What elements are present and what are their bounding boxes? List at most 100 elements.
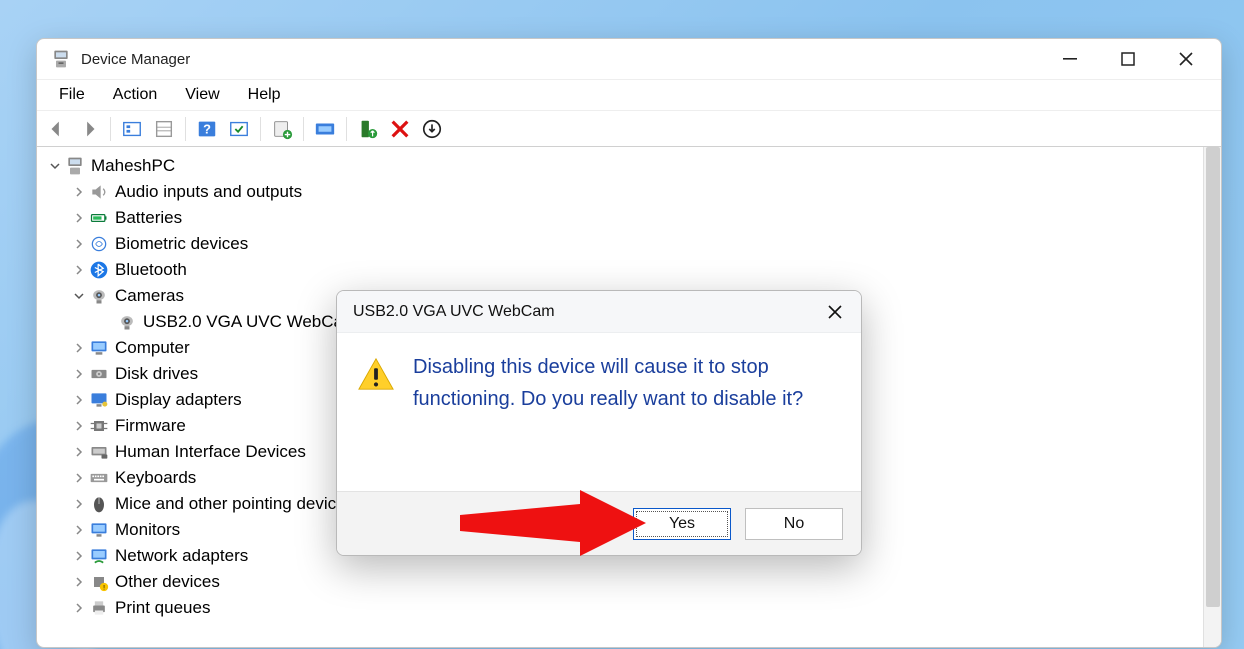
menu-view[interactable]: View [171,82,233,108]
window-title: Device Manager [81,51,1041,68]
properties-pane-button[interactable] [150,115,178,143]
chevron-right-icon[interactable] [71,366,87,382]
tree-node-label: Network adapters [115,546,248,566]
tree-node[interactable]: ! Other devices [37,569,1203,595]
printer-icon [89,598,109,618]
window-titlebar: Device Manager [37,39,1221,79]
chevron-right-icon[interactable] [71,340,87,356]
bluetooth-icon [89,260,109,280]
mouse-icon [89,494,109,514]
tree-node-label: Firmware [115,416,186,436]
chevron-right-icon[interactable] [71,444,87,460]
scan-hardware-button[interactable] [311,115,339,143]
update-driver-button[interactable] [268,115,296,143]
tree-node-label: Human Interface Devices [115,442,306,462]
camera-icon [89,286,109,306]
chevron-right-icon[interactable] [71,548,87,564]
dialog-message: Disabling this device will cause it to s… [413,351,837,483]
menu-file[interactable]: File [45,82,99,108]
monitor-icon [89,520,109,540]
tree-node[interactable]: Batteries [37,205,1203,231]
expander-placeholder [99,314,115,330]
action-center-button[interactable] [225,115,253,143]
tree-node[interactable]: Audio inputs and outputs [37,179,1203,205]
display-icon [89,390,109,410]
chevron-right-icon[interactable] [71,470,87,486]
tree-node-label: Computer [115,338,190,358]
chevron-down-icon[interactable] [71,288,87,304]
tree-node-label: Keyboards [115,468,196,488]
dialog-body: Disabling this device will cause it to s… [337,333,861,491]
computer-icon [65,156,85,176]
tree-leaf-label: USB2.0 VGA UVC WebCam [143,312,357,332]
toolbar-separator [303,117,304,141]
tree-node-label: Disk drives [115,364,198,384]
hid-icon [89,442,109,462]
tree-root-label: MaheshPC [91,156,175,176]
dialog-footer: Yes No [337,491,861,555]
back-button[interactable] [43,115,71,143]
chip-icon [89,416,109,436]
enable-device-button[interactable] [354,115,382,143]
chevron-right-icon[interactable] [71,522,87,538]
chevron-right-icon[interactable] [71,496,87,512]
dialog-close-button[interactable] [819,296,851,328]
toolbar-separator [185,117,186,141]
chevron-right-icon[interactable] [71,210,87,226]
camera-icon [117,312,137,332]
chevron-right-icon[interactable] [71,600,87,616]
tree-node-label: Print queues [115,598,210,618]
menu-help[interactable]: Help [234,82,295,108]
tree-node-label: Batteries [115,208,182,228]
keyboard-icon [89,468,109,488]
tree-root[interactable]: MaheshPC [37,153,1203,179]
scrollbar-thumb[interactable] [1206,147,1220,607]
no-button-label: No [784,515,804,533]
uninstall-device-button[interactable] [386,115,414,143]
toolbar-separator [260,117,261,141]
tree-node-label: Other devices [115,572,220,592]
computer-icon [89,338,109,358]
chevron-right-icon[interactable] [71,574,87,590]
disable-device-button[interactable] [418,115,446,143]
tree-node-label: Cameras [115,286,184,306]
chevron-right-icon[interactable] [71,236,87,252]
dialog-title: USB2.0 VGA UVC WebCam [353,303,819,321]
show-hidden-button[interactable] [118,115,146,143]
chevron-right-icon[interactable] [71,418,87,434]
warning-icon [357,355,395,393]
minimize-button[interactable] [1041,39,1099,79]
disable-device-dialog: USB2.0 VGA UVC WebCam Disabling this dev… [336,290,862,556]
close-button[interactable] [1157,39,1215,79]
audio-icon [89,182,109,202]
tree-node-label: Audio inputs and outputs [115,182,302,202]
tree-node-label: Mice and other pointing devices [115,494,354,514]
forward-button[interactable] [75,115,103,143]
chevron-right-icon[interactable] [71,184,87,200]
biometric-icon [89,234,109,254]
tree-node[interactable]: Biometric devices [37,231,1203,257]
maximize-button[interactable] [1099,39,1157,79]
battery-icon [89,208,109,228]
vertical-scrollbar[interactable] [1203,147,1221,647]
toolbar: ? [37,111,1221,147]
help-button[interactable]: ? [193,115,221,143]
chevron-right-icon[interactable] [71,262,87,278]
other-icon: ! [89,572,109,592]
tree-node-label: Biometric devices [115,234,248,254]
chevron-down-icon[interactable] [47,158,63,174]
svg-text:!: ! [103,585,105,592]
chevron-right-icon[interactable] [71,392,87,408]
yes-button-label: Yes [669,515,695,533]
tree-node-label: Bluetooth [115,260,187,280]
menu-action[interactable]: Action [99,82,171,108]
window-controls [1041,39,1215,79]
tree-node[interactable]: Bluetooth [37,257,1203,283]
dialog-titlebar: USB2.0 VGA UVC WebCam [337,291,861,333]
no-button[interactable]: No [745,508,843,540]
yes-button[interactable]: Yes [633,508,731,540]
svg-text:?: ? [203,121,211,136]
tree-node[interactable]: Print queues [37,595,1203,621]
disk-icon [89,364,109,384]
menubar: File Action View Help [37,79,1221,111]
